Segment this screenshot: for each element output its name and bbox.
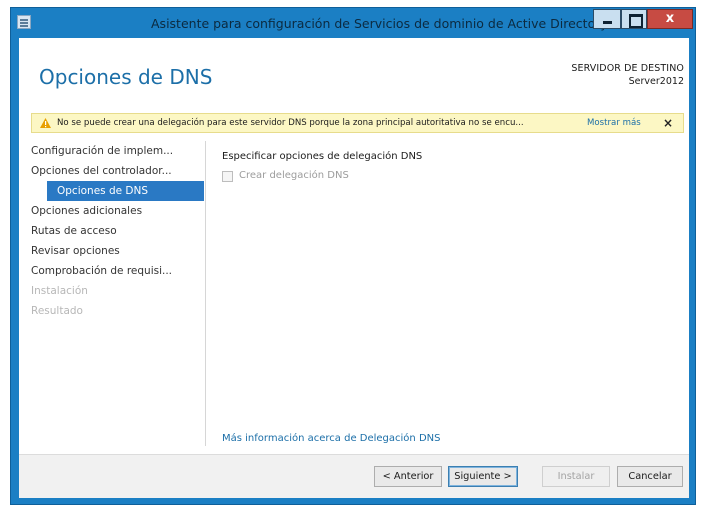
wizard-window: Asistente para configuración de Servicio… (10, 7, 696, 505)
nav-item-dns-options[interactable]: Opciones de DNS (47, 181, 204, 201)
maximize-button[interactable] (621, 9, 647, 29)
nav-item-domain-controller-options[interactable]: Opciones del controlador... (31, 161, 204, 181)
wizard-content: Opciones de DNS SERVIDOR DE DESTINO Serv… (19, 38, 689, 498)
warning-icon (40, 118, 51, 128)
minimize-button[interactable] (593, 9, 621, 29)
nav-item-deployment-configuration[interactable]: Configuración de implem... (31, 141, 204, 161)
wizard-footer: < Anterior Siguiente > Instalar Cancelar (19, 454, 689, 498)
destination-server-name: Server2012 (628, 76, 684, 87)
nav-item-prerequisites-check[interactable]: Comprobación de requisi... (31, 261, 204, 281)
create-delegation-label: Crear delegación DNS (239, 170, 349, 181)
main-panel: Especificar opciones de delegación DNS C… (222, 141, 682, 446)
page-title: Opciones de DNS (39, 65, 213, 89)
nav-item-paths[interactable]: Rutas de acceso (31, 221, 204, 241)
delegation-section-label: Especificar opciones de delegación DNS (222, 151, 423, 162)
previous-button[interactable]: < Anterior (374, 466, 442, 487)
nav-item-additional-options[interactable]: Opciones adicionales (31, 201, 204, 221)
close-icon: x (665, 11, 675, 26)
next-button[interactable]: Siguiente > (448, 466, 518, 487)
install-button: Instalar (542, 466, 610, 487)
warning-text: No se puede crear una delegación para es… (57, 118, 524, 128)
cancel-button[interactable]: Cancelar (617, 466, 683, 487)
create-delegation-checkbox[interactable] (222, 171, 233, 182)
nav-item-review-options[interactable]: Revisar opciones (31, 241, 204, 261)
destination-label: SERVIDOR DE DESTINO (571, 63, 684, 74)
dismiss-warning-button[interactable]: × (663, 116, 673, 130)
show-more-link[interactable]: Mostrar más (587, 118, 641, 128)
wizard-navigation: Configuración de implem... Opciones del … (31, 141, 206, 446)
server-manager-icon (17, 15, 31, 29)
more-info-link[interactable]: Más información acerca de Delegación DNS (222, 433, 440, 444)
warning-banner: No se puede crear una delegación para es… (31, 113, 684, 133)
nav-item-results: Resultado (31, 305, 83, 317)
destination-server-info: SERVIDOR DE DESTINO Server2012 (571, 62, 684, 88)
title-bar[interactable]: Asistente para configuración de Servicio… (11, 8, 695, 38)
window-title: Asistente para configuración de Servicio… (151, 16, 608, 31)
nav-item-installation: Instalación (31, 285, 88, 297)
close-window-button[interactable]: x (647, 9, 693, 29)
